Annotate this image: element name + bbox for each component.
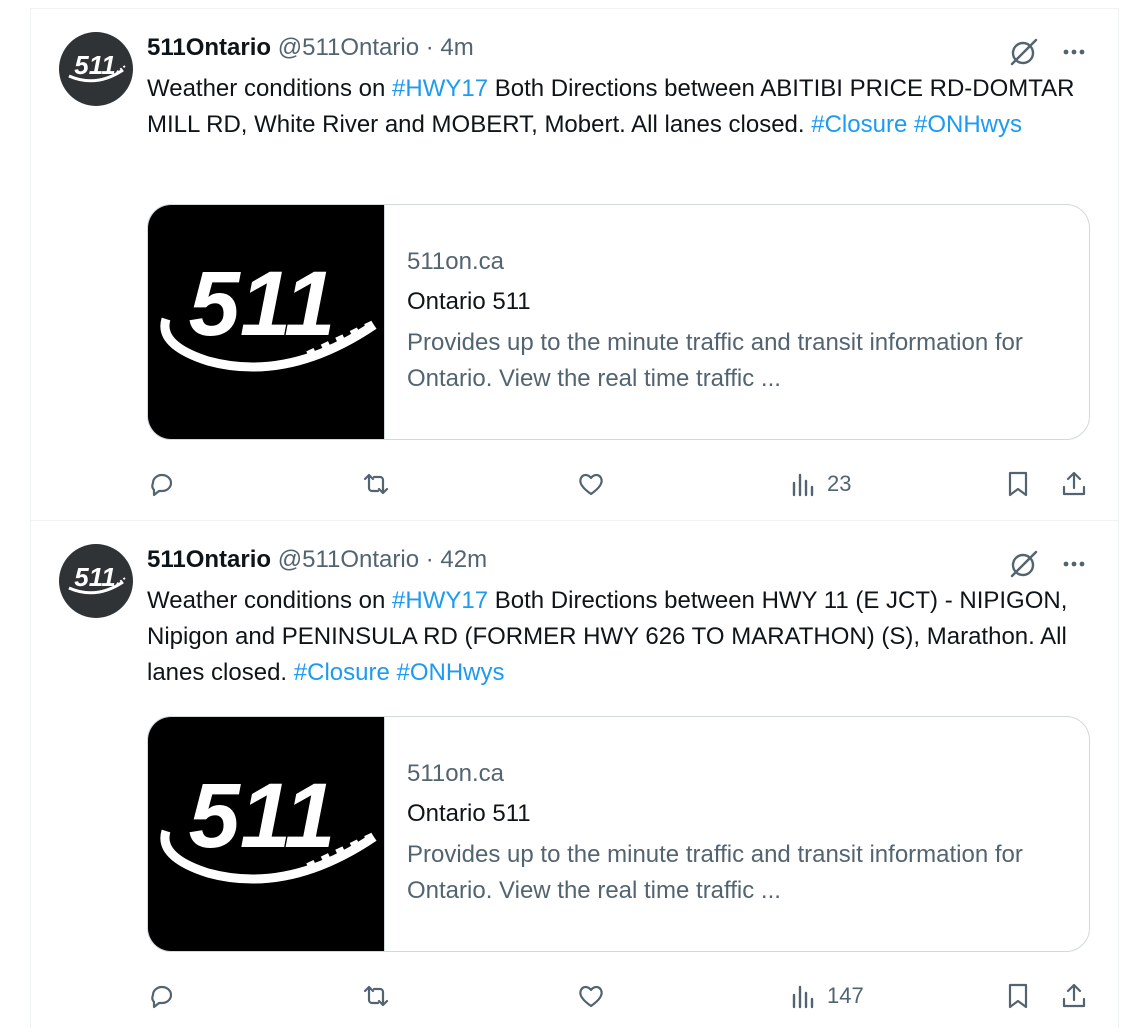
repost-button[interactable] [361, 976, 391, 1016]
views-icon [792, 473, 814, 497]
bookmark-button[interactable] [1003, 976, 1033, 1016]
hashtag-link[interactable]: #Closure [294, 659, 390, 686]
card-description: Provides up to the minute traffic and tr… [407, 329, 1023, 392]
tweet-text: Weather conditions on #HWY17 Both Direct… [147, 71, 1097, 143]
tweet[interactable]: 511 511Ontario @511Ontario · 4m Weather … [31, 9, 1118, 521]
avatar[interactable]: 511 [59, 544, 133, 618]
link-card[interactable]: 511 511on.ca Ontario 511 Provides up to … [147, 204, 1090, 440]
hashtag-link[interactable]: #ONHwys [914, 111, 1022, 138]
card-domain: 511on.ca [407, 248, 504, 275]
avatar-logo-text: 511 [74, 562, 115, 592]
handle[interactable]: @511Ontario [278, 34, 419, 61]
card-logo-text: 511 [189, 253, 336, 355]
views-button[interactable]: 147 [789, 976, 864, 1016]
tweet[interactable]: 511 511Ontario @511Ontario · 42m Weather… [31, 521, 1118, 1033]
display-name[interactable]: 511Ontario [147, 34, 271, 61]
views-icon [792, 985, 814, 1009]
avatar[interactable]: 511 [59, 32, 133, 106]
card-title: Ontario 511 [407, 800, 531, 827]
reply-button[interactable] [147, 464, 177, 504]
card-image[interactable]: 511 [148, 205, 385, 439]
tweet-header: 511Ontario @511Ontario · 42m [147, 543, 487, 577]
separator-dot: · [425, 34, 434, 61]
repost-icon [363, 985, 389, 1007]
separator-dot: · [425, 546, 434, 573]
repost-button[interactable] [361, 464, 391, 504]
card-title: Ontario 511 [407, 288, 531, 315]
tweet-actions: 23 [31, 464, 1118, 504]
display-name[interactable]: 511Ontario [147, 546, 271, 573]
share-icon [1062, 983, 1086, 1008]
views-button[interactable]: 23 [789, 464, 851, 504]
reply-icon [151, 985, 173, 1009]
like-icon [579, 985, 603, 1008]
hashtag-link[interactable]: #HWY17 [392, 75, 488, 102]
avatar-logo-text: 511 [74, 50, 115, 80]
more-icon[interactable] [1057, 35, 1091, 69]
timestamp[interactable]: 4m [440, 34, 473, 61]
handle[interactable]: @511Ontario [278, 546, 419, 573]
bookmark-icon [1008, 983, 1028, 1009]
tweet-header: 511Ontario @511Ontario · 4m [147, 31, 474, 65]
more-icon[interactable] [1057, 547, 1091, 581]
tweet-text: Weather conditions on #HWY17 Both Direct… [147, 583, 1097, 691]
hashtag-link[interactable]: #Closure [811, 111, 907, 138]
tweet-actions: 147 [31, 976, 1118, 1016]
share-button[interactable] [1059, 976, 1089, 1016]
grok-icon[interactable] [1007, 547, 1041, 581]
timestamp[interactable]: 42m [440, 546, 487, 573]
text-part: Weather conditions on [147, 75, 393, 102]
text-part [907, 111, 914, 138]
card-image[interactable]: 511 [148, 717, 385, 951]
card-description: Provides up to the minute traffic and tr… [407, 841, 1023, 904]
bookmark-icon [1008, 471, 1028, 497]
like-button[interactable] [576, 976, 606, 1016]
views-count: 147 [827, 983, 864, 1008]
like-icon [579, 473, 603, 496]
grok-icon[interactable] [1007, 35, 1041, 69]
reply-icon [151, 473, 173, 497]
card-domain: 511on.ca [407, 760, 504, 787]
text-part: Weather conditions on [147, 587, 393, 614]
share-icon [1062, 471, 1086, 496]
like-button[interactable] [576, 464, 606, 504]
views-count: 23 [827, 471, 852, 496]
repost-icon [363, 473, 389, 495]
bookmark-button[interactable] [1003, 464, 1033, 504]
hashtag-link[interactable]: #ONHwys [396, 659, 504, 686]
share-button[interactable] [1059, 464, 1089, 504]
timeline: 511 511Ontario @511Ontario · 4m Weather … [30, 8, 1119, 1028]
card-logo-text: 511 [189, 765, 336, 867]
hashtag-link[interactable]: #HWY17 [392, 587, 488, 614]
link-card[interactable]: 511 511on.ca Ontario 511 Provides up to … [147, 716, 1090, 952]
reply-button[interactable] [147, 976, 177, 1016]
